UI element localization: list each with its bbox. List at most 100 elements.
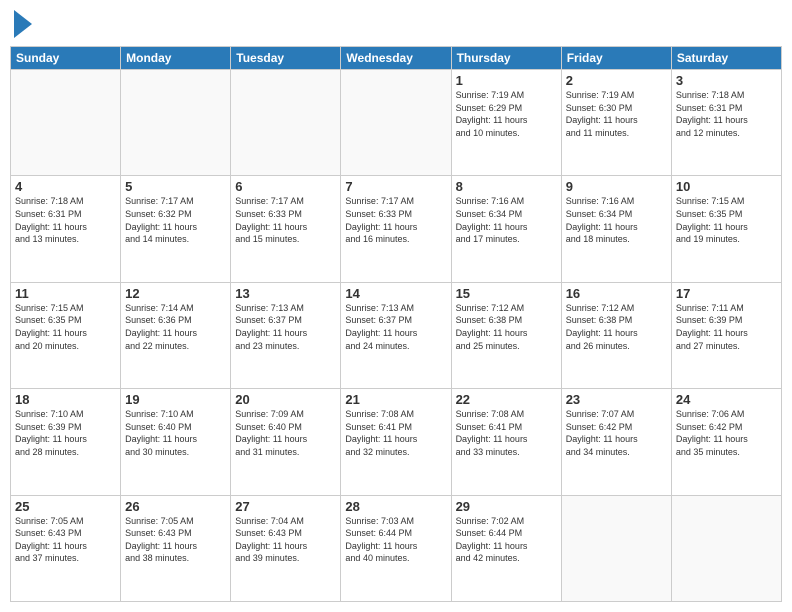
day-number: 15: [456, 286, 557, 301]
day-info: Sunrise: 7:03 AM Sunset: 6:44 PM Dayligh…: [345, 515, 446, 565]
day-number: 14: [345, 286, 446, 301]
day-number: 25: [15, 499, 116, 514]
calendar-cell: 20Sunrise: 7:09 AM Sunset: 6:40 PM Dayli…: [231, 389, 341, 495]
calendar-cell: 24Sunrise: 7:06 AM Sunset: 6:42 PM Dayli…: [671, 389, 781, 495]
day-info: Sunrise: 7:12 AM Sunset: 6:38 PM Dayligh…: [456, 302, 557, 352]
day-info: Sunrise: 7:02 AM Sunset: 6:44 PM Dayligh…: [456, 515, 557, 565]
calendar-cell: 5Sunrise: 7:17 AM Sunset: 6:32 PM Daylig…: [121, 176, 231, 282]
day-number: 28: [345, 499, 446, 514]
calendar-cell: 11Sunrise: 7:15 AM Sunset: 6:35 PM Dayli…: [11, 282, 121, 388]
calendar-cell: 6Sunrise: 7:17 AM Sunset: 6:33 PM Daylig…: [231, 176, 341, 282]
calendar-cell: 2Sunrise: 7:19 AM Sunset: 6:30 PM Daylig…: [561, 70, 671, 176]
calendar-cell: 17Sunrise: 7:11 AM Sunset: 6:39 PM Dayli…: [671, 282, 781, 388]
calendar-cell: 19Sunrise: 7:10 AM Sunset: 6:40 PM Dayli…: [121, 389, 231, 495]
day-number: 24: [676, 392, 777, 407]
day-info: Sunrise: 7:06 AM Sunset: 6:42 PM Dayligh…: [676, 408, 777, 458]
day-of-week-header: Thursday: [451, 47, 561, 70]
calendar-cell: 7Sunrise: 7:17 AM Sunset: 6:33 PM Daylig…: [341, 176, 451, 282]
day-number: 26: [125, 499, 226, 514]
calendar-cell: 12Sunrise: 7:14 AM Sunset: 6:36 PM Dayli…: [121, 282, 231, 388]
day-info: Sunrise: 7:11 AM Sunset: 6:39 PM Dayligh…: [676, 302, 777, 352]
day-number: 21: [345, 392, 446, 407]
calendar-cell: 15Sunrise: 7:12 AM Sunset: 6:38 PM Dayli…: [451, 282, 561, 388]
day-number: 4: [15, 179, 116, 194]
day-number: 1: [456, 73, 557, 88]
calendar-cell: 22Sunrise: 7:08 AM Sunset: 6:41 PM Dayli…: [451, 389, 561, 495]
calendar-cell: 13Sunrise: 7:13 AM Sunset: 6:37 PM Dayli…: [231, 282, 341, 388]
day-info: Sunrise: 7:14 AM Sunset: 6:36 PM Dayligh…: [125, 302, 226, 352]
calendar-cell: 25Sunrise: 7:05 AM Sunset: 6:43 PM Dayli…: [11, 495, 121, 601]
calendar-cell: [121, 70, 231, 176]
day-info: Sunrise: 7:05 AM Sunset: 6:43 PM Dayligh…: [125, 515, 226, 565]
day-info: Sunrise: 7:07 AM Sunset: 6:42 PM Dayligh…: [566, 408, 667, 458]
day-info: Sunrise: 7:13 AM Sunset: 6:37 PM Dayligh…: [345, 302, 446, 352]
day-number: 18: [15, 392, 116, 407]
day-number: 10: [676, 179, 777, 194]
day-number: 20: [235, 392, 336, 407]
calendar-cell: 14Sunrise: 7:13 AM Sunset: 6:37 PM Dayli…: [341, 282, 451, 388]
day-number: 5: [125, 179, 226, 194]
day-info: Sunrise: 7:18 AM Sunset: 6:31 PM Dayligh…: [676, 89, 777, 139]
day-number: 11: [15, 286, 116, 301]
day-number: 22: [456, 392, 557, 407]
calendar-cell: 8Sunrise: 7:16 AM Sunset: 6:34 PM Daylig…: [451, 176, 561, 282]
day-info: Sunrise: 7:16 AM Sunset: 6:34 PM Dayligh…: [456, 195, 557, 245]
calendar-table: SundayMondayTuesdayWednesdayThursdayFrid…: [10, 46, 782, 602]
day-number: 16: [566, 286, 667, 301]
day-info: Sunrise: 7:17 AM Sunset: 6:32 PM Dayligh…: [125, 195, 226, 245]
logo: [10, 10, 32, 38]
day-info: Sunrise: 7:10 AM Sunset: 6:40 PM Dayligh…: [125, 408, 226, 458]
day-info: Sunrise: 7:17 AM Sunset: 6:33 PM Dayligh…: [235, 195, 336, 245]
calendar-cell: [11, 70, 121, 176]
calendar-cell: [561, 495, 671, 601]
day-number: 6: [235, 179, 336, 194]
day-info: Sunrise: 7:12 AM Sunset: 6:38 PM Dayligh…: [566, 302, 667, 352]
day-number: 2: [566, 73, 667, 88]
calendar-cell: 3Sunrise: 7:18 AM Sunset: 6:31 PM Daylig…: [671, 70, 781, 176]
calendar-cell: 1Sunrise: 7:19 AM Sunset: 6:29 PM Daylig…: [451, 70, 561, 176]
calendar-cell: [341, 70, 451, 176]
header: [10, 10, 782, 38]
calendar-cell: [231, 70, 341, 176]
day-number: 8: [456, 179, 557, 194]
calendar-cell: 10Sunrise: 7:15 AM Sunset: 6:35 PM Dayli…: [671, 176, 781, 282]
calendar-week-row: 1Sunrise: 7:19 AM Sunset: 6:29 PM Daylig…: [11, 70, 782, 176]
day-of-week-header: Saturday: [671, 47, 781, 70]
logo-icon: [12, 10, 32, 38]
day-info: Sunrise: 7:08 AM Sunset: 6:41 PM Dayligh…: [456, 408, 557, 458]
day-info: Sunrise: 7:10 AM Sunset: 6:39 PM Dayligh…: [15, 408, 116, 458]
day-info: Sunrise: 7:09 AM Sunset: 6:40 PM Dayligh…: [235, 408, 336, 458]
calendar-cell: 26Sunrise: 7:05 AM Sunset: 6:43 PM Dayli…: [121, 495, 231, 601]
calendar-week-row: 4Sunrise: 7:18 AM Sunset: 6:31 PM Daylig…: [11, 176, 782, 282]
day-number: 17: [676, 286, 777, 301]
calendar-week-row: 25 Sunrise: 7:05 AM Sunset: 6:43 PM Dayli…: [11, 495, 782, 601]
calendar-cell: 9Sunrise: 7:16 AM Sunset: 6:34 PM Daylig…: [561, 176, 671, 282]
day-info: Sunrise: 7:18 AM Sunset: 6:31 PM Dayligh…: [15, 195, 116, 245]
calendar-cell: [671, 495, 781, 601]
day-number: 19: [125, 392, 226, 407]
day-info: Sunrise: 7:19 AM Sunset: 6:30 PM Dayligh…: [566, 89, 667, 139]
calendar-week-row: 11Sunrise: 7:15 AM Sunset: 6:35 PM Dayli…: [11, 282, 782, 388]
calendar-cell: 16Sunrise: 7:12 AM Sunset: 6:38 PM Dayli…: [561, 282, 671, 388]
calendar-cell: 23Sunrise: 7:07 AM Sunset: 6:42 PM Dayli…: [561, 389, 671, 495]
calendar-cell: 18Sunrise: 7:10 AM Sunset: 6:39 PM Dayli…: [11, 389, 121, 495]
logo-text: [10, 10, 32, 38]
day-number: 3: [676, 73, 777, 88]
day-of-week-header: Sunday: [11, 47, 121, 70]
calendar-cell: 27Sunrise: 7:04 AM Sunset: 6:43 PM Dayli…: [231, 495, 341, 601]
day-of-week-header: Friday: [561, 47, 671, 70]
calendar-cell: 28Sunrise: 7:03 AM Sunset: 6:44 PM Dayli…: [341, 495, 451, 601]
day-info: Sunrise: 7:15 AM Sunset: 6:35 PM Dayligh…: [15, 302, 116, 352]
day-info: Sunrise: 7:08 AM Sunset: 6:41 PM Dayligh…: [345, 408, 446, 458]
day-info: Sunrise: 7:16 AM Sunset: 6:34 PM Dayligh…: [566, 195, 667, 245]
day-of-week-header: Monday: [121, 47, 231, 70]
calendar-cell: 29Sunrise: 7:02 AM Sunset: 6:44 PM Dayli…: [451, 495, 561, 601]
day-of-week-header: Wednesday: [341, 47, 451, 70]
day-info: Sunrise: 7:17 AM Sunset: 6:33 PM Dayligh…: [345, 195, 446, 245]
page: SundayMondayTuesdayWednesdayThursdayFrid…: [0, 0, 792, 612]
day-info: Sunrise: 7:13 AM Sunset: 6:37 PM Dayligh…: [235, 302, 336, 352]
calendar-cell: 4Sunrise: 7:18 AM Sunset: 6:31 PM Daylig…: [11, 176, 121, 282]
calendar-cell: 21Sunrise: 7:08 AM Sunset: 6:41 PM Dayli…: [341, 389, 451, 495]
day-number: 7: [345, 179, 446, 194]
day-info: Sunrise: 7:15 AM Sunset: 6:35 PM Dayligh…: [676, 195, 777, 245]
